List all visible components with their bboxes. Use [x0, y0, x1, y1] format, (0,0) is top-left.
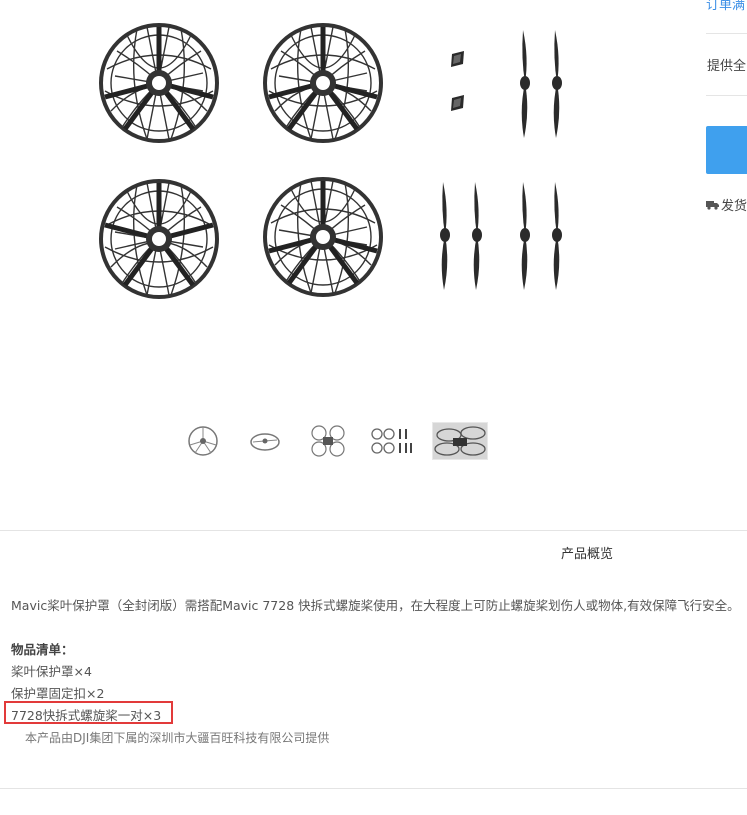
thumbnail-4[interactable]: [364, 422, 420, 460]
guard-clips: [451, 51, 464, 111]
propeller-pair-3: [520, 182, 562, 290]
thumbnail-5[interactable]: [432, 422, 488, 460]
thumbnail-1[interactable]: [175, 422, 231, 460]
main-product-image: [80, 20, 600, 320]
buy-button[interactable]: [706, 126, 747, 174]
product-description: Mavic桨叶保护罩（全封闭版）需搭配Mavic 7728 快拆式螺旋桨使用，在…: [11, 598, 740, 613]
package-list-title: 物品清单：: [11, 642, 74, 657]
list-item: 桨叶保护罩×4: [11, 664, 92, 679]
shipping-info: 发货: [706, 195, 747, 214]
drone-photo-icon: [433, 423, 487, 459]
divider: [706, 95, 747, 96]
divider: [706, 33, 747, 34]
propeller-guard-1: [99, 23, 219, 143]
bottom-divider: [0, 788, 747, 789]
provider-note: 本产品由DJI集团下属的深圳市大疆百旺科技有限公司提供: [25, 731, 330, 745]
propeller-guard-4: [263, 177, 383, 297]
section-divider: [0, 530, 747, 531]
prop-guard-side-icon: [250, 433, 280, 451]
list-item: 保护罩固定扣×2: [11, 686, 105, 701]
shipping-label: 发货: [721, 199, 747, 214]
prop-guard-front-icon: [188, 426, 218, 456]
promo-link[interactable]: 订单满: [706, 0, 745, 13]
thumbnail-strip: [175, 420, 495, 464]
truck-icon: [706, 200, 719, 210]
thumbnail-2[interactable]: [237, 422, 293, 460]
propeller-pair-1: [520, 30, 562, 138]
propeller-guard-3: [99, 179, 219, 299]
thumbnail-3[interactable]: [300, 422, 356, 460]
guards-and-props-set-icon: [371, 428, 412, 454]
drone-with-guards-icon: [311, 425, 345, 457]
propeller-pair-2: [440, 182, 482, 290]
purchase-panel: 订单满 提供全 发货: [704, 0, 747, 215]
tab-overview[interactable]: 产品概览: [561, 543, 613, 562]
highlight-box: [4, 701, 173, 724]
service-text: 提供全: [707, 59, 747, 74]
propeller-guard-2: [263, 23, 383, 143]
